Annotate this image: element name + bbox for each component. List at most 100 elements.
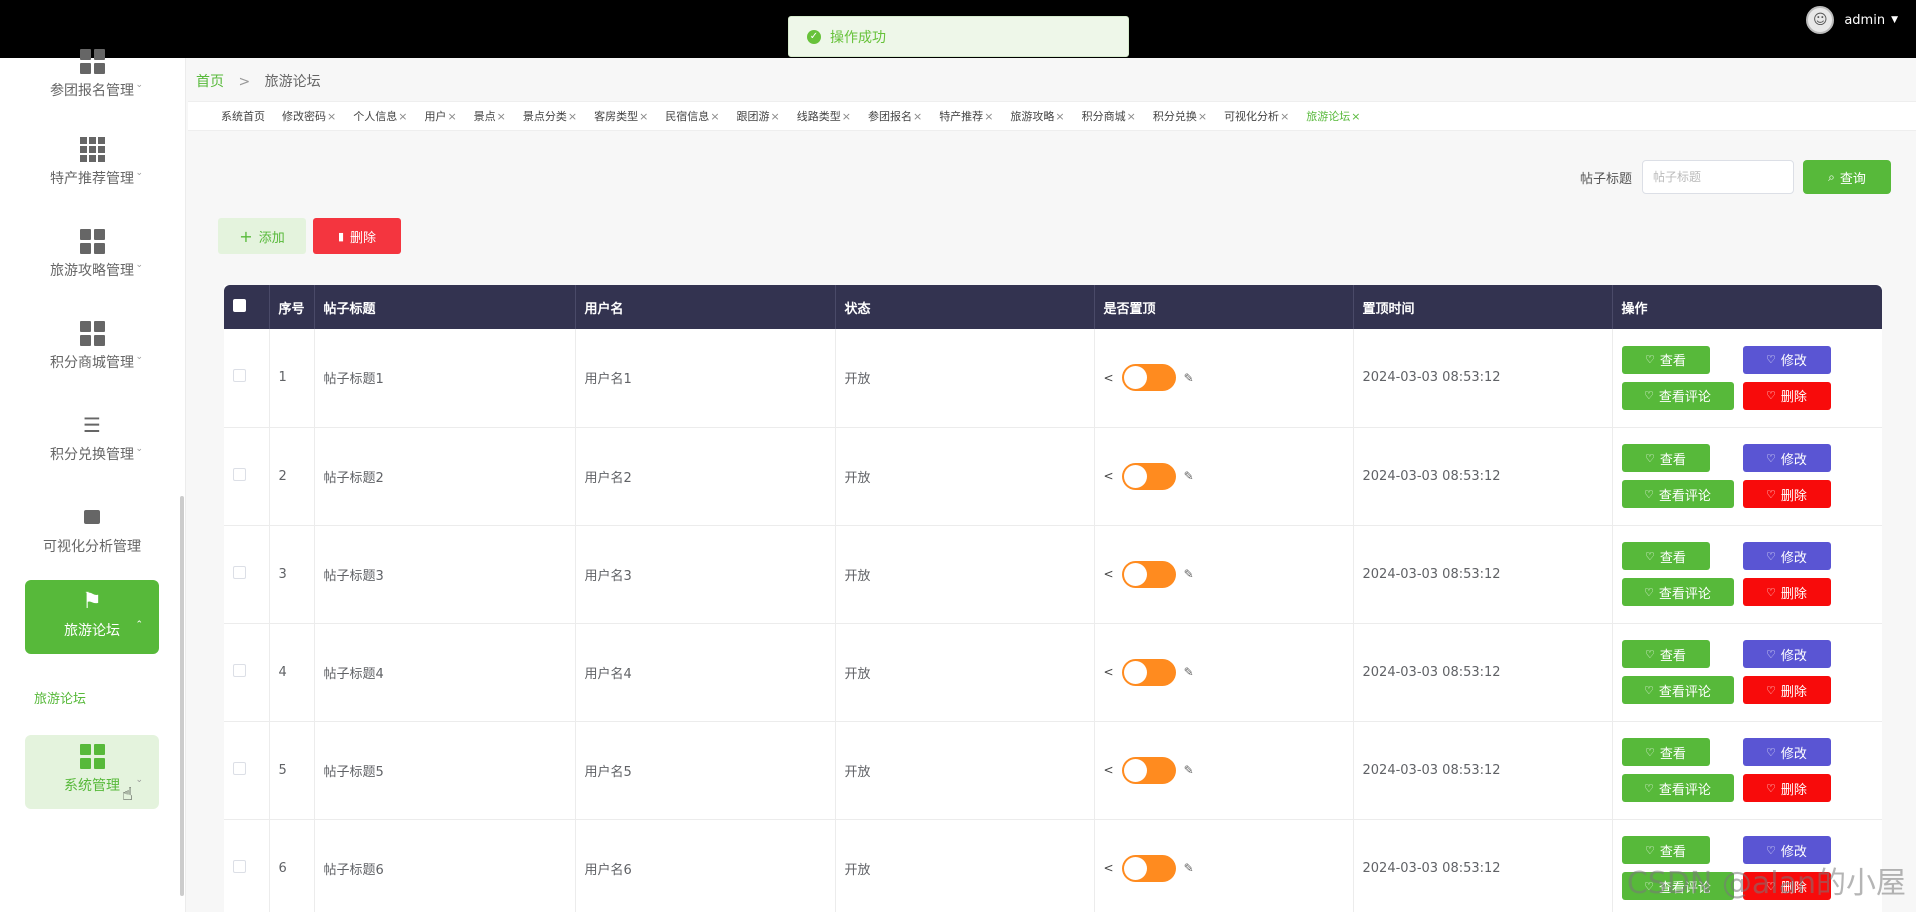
view-comments-button[interactable]: ♡ 查看评论 — [1621, 578, 1734, 606]
chevron-down-icon[interactable]: ▼ — [1891, 15, 1898, 25]
pin-time: 2024-03-03 08:53:12 — [1353, 427, 1613, 525]
row-checkbox[interactable] — [233, 859, 246, 873]
pin-toggle[interactable] — [1121, 854, 1176, 882]
view-button[interactable]: ♡ 查看 — [1621, 640, 1710, 668]
pin-toggle[interactable] — [1121, 658, 1176, 686]
delete-button[interactable]: ♡ 删除 — [1742, 480, 1831, 508]
breadcrumb-current: 旅游论坛 — [264, 74, 321, 90]
post-title: 帖子标题3 — [314, 525, 576, 623]
row-index: 6 — [269, 819, 315, 912]
chevron-down-icon: ⌄ — [135, 260, 143, 270]
user-menu[interactable]: ☺ admin ▼ — [1806, 6, 1898, 34]
tag-home[interactable]: 系统首页 — [221, 108, 265, 124]
tag-item[interactable]: 个人信息× — [353, 108, 407, 124]
pin-toggle[interactable] — [1121, 364, 1176, 392]
tag-item[interactable]: 线路类型× — [797, 108, 851, 124]
breadcrumb-home[interactable]: 首页 — [196, 74, 224, 90]
delete-button[interactable]: ♡ 删除 — [1742, 774, 1831, 802]
tag-item[interactable]: 民宿信息× — [665, 108, 719, 124]
tag-active[interactable]: 旅游论坛× — [1306, 108, 1360, 124]
column-header: 序号 — [269, 285, 315, 329]
row-checkbox[interactable] — [233, 467, 246, 481]
delete-button[interactable]: ♡ 删除 — [1742, 381, 1831, 410]
tag-item[interactable]: 可视化分析× — [1224, 108, 1289, 124]
select-all-header[interactable] — [224, 285, 270, 329]
sidebar-scrollbar[interactable] — [180, 496, 184, 896]
edit-button[interactable]: ♡ 修改 — [1742, 640, 1831, 668]
close-icon: × — [1126, 110, 1136, 123]
tag-item[interactable]: 用户× — [424, 108, 456, 124]
heart-icon: ♡ — [1766, 585, 1776, 599]
username-cell: 用户名3 — [575, 525, 836, 623]
tag-item[interactable]: 客房类型× — [594, 108, 648, 124]
tag-item[interactable]: 跟团游× — [737, 108, 780, 124]
row-select-cell[interactable] — [224, 329, 270, 427]
sidebar-item-points-exchange[interactable]: ☰ 积分兑换管理 ⌄ — [25, 404, 159, 478]
view-button[interactable]: ♡ 查看 — [1621, 738, 1710, 766]
edit-button[interactable]: ♡ 修改 — [1742, 345, 1831, 374]
pin-toggle[interactable] — [1121, 462, 1176, 490]
pin-toggle[interactable] — [1121, 756, 1176, 784]
tag-item[interactable]: 景点分类× — [523, 108, 577, 124]
chevron-down-icon: ⌄ — [135, 352, 143, 362]
grid-icon — [79, 48, 105, 74]
delete-button[interactable]: ♡ 删除 — [1742, 676, 1831, 704]
sidebar-item-system[interactable]: 系统管理 ⌄ — [25, 735, 159, 809]
avatar[interactable]: ☺ — [1806, 6, 1835, 34]
row-select-cell[interactable] — [224, 623, 270, 721]
status-cell: 开放 — [835, 721, 1095, 819]
view-button[interactable]: ♡ 查看 — [1621, 345, 1710, 374]
view-comments-button[interactable]: ♡ 查看评论 — [1621, 381, 1734, 410]
tag-item[interactable]: 修改密码× — [282, 108, 336, 124]
share-icon: < — [1103, 567, 1114, 581]
view-comments-button[interactable]: ♡ 查看评论 — [1621, 774, 1734, 802]
view-button[interactable]: ♡ 查看 — [1621, 542, 1710, 570]
view-button[interactable]: ♡ 查看 — [1621, 444, 1710, 472]
add-button[interactable]: + 添加 — [218, 218, 306, 254]
username[interactable]: admin — [1844, 13, 1885, 28]
row-index: 4 — [269, 623, 315, 721]
trash-icon: ▮ — [337, 229, 345, 243]
search-button[interactable]: ⌕ 查询 — [1803, 160, 1891, 194]
sidebar-item-tour-signup[interactable]: 参团报名管理 ⌄ — [25, 40, 159, 114]
tag-item[interactable]: 特产推荐× — [939, 108, 993, 124]
edit-button[interactable]: ♡ 修改 — [1742, 542, 1831, 570]
pin-time: 2024-03-03 08:53:12 — [1353, 819, 1613, 912]
edit-button[interactable]: ♡ 修改 — [1742, 444, 1831, 472]
column-header: 帖子标题 — [314, 285, 576, 329]
close-icon: × — [1197, 110, 1208, 123]
row-select-cell[interactable] — [224, 721, 270, 819]
sidebar-item-guide[interactable]: 旅游攻略管理 ⌄ — [25, 220, 159, 294]
row-checkbox[interactable] — [233, 663, 246, 677]
row-select-cell[interactable] — [224, 427, 270, 525]
view-comments-button[interactable]: ♡ 查看评论 — [1621, 676, 1734, 704]
sidebar-item-forum[interactable]: ⚑ 旅游论坛 ⌃ — [25, 580, 159, 654]
row-checkbox[interactable] — [233, 565, 246, 579]
view-comments-button[interactable]: ♡ 查看评论 — [1621, 480, 1734, 508]
row-checkbox[interactable] — [233, 369, 246, 383]
sidebar-item-points-mall[interactable]: 积分商城管理 ⌄ — [25, 312, 159, 386]
row-index: 1 — [269, 329, 315, 427]
heart-icon: ♡ — [1644, 683, 1654, 697]
sidebar-item-visualization[interactable]: 可视化分析管理 ⌄ — [25, 496, 159, 570]
select-all-checkbox[interactable] — [233, 298, 246, 312]
tag-item[interactable]: 参团报名× — [868, 108, 922, 124]
status-cell: 开放 — [835, 427, 1095, 525]
tag-item[interactable]: 积分商城× — [1082, 108, 1136, 124]
pin-toggle[interactable] — [1121, 560, 1176, 588]
close-icon: × — [496, 110, 506, 123]
heart-icon: ♡ — [1645, 549, 1655, 563]
heart-icon: ♡ — [1645, 843, 1655, 857]
row-select-cell[interactable] — [224, 525, 270, 623]
delete-button[interactable]: ♡ 删除 — [1742, 578, 1831, 606]
tag-item[interactable]: 景点× — [474, 108, 506, 124]
search-input[interactable] — [1642, 160, 1794, 194]
batch-delete-button[interactable]: ▮ 删除 — [313, 218, 401, 254]
row-checkbox[interactable] — [233, 761, 246, 775]
submenu-item-forum[interactable]: 旅游论坛 — [34, 688, 86, 707]
edit-button[interactable]: ♡ 修改 — [1742, 738, 1831, 766]
row-select-cell[interactable] — [224, 819, 270, 912]
tag-item[interactable]: 积分兑换× — [1153, 108, 1207, 124]
tag-item[interactable]: 旅游攻略× — [1010, 108, 1064, 124]
sidebar-item-specialty[interactable]: 特产推荐管理 ⌄ — [25, 128, 159, 202]
